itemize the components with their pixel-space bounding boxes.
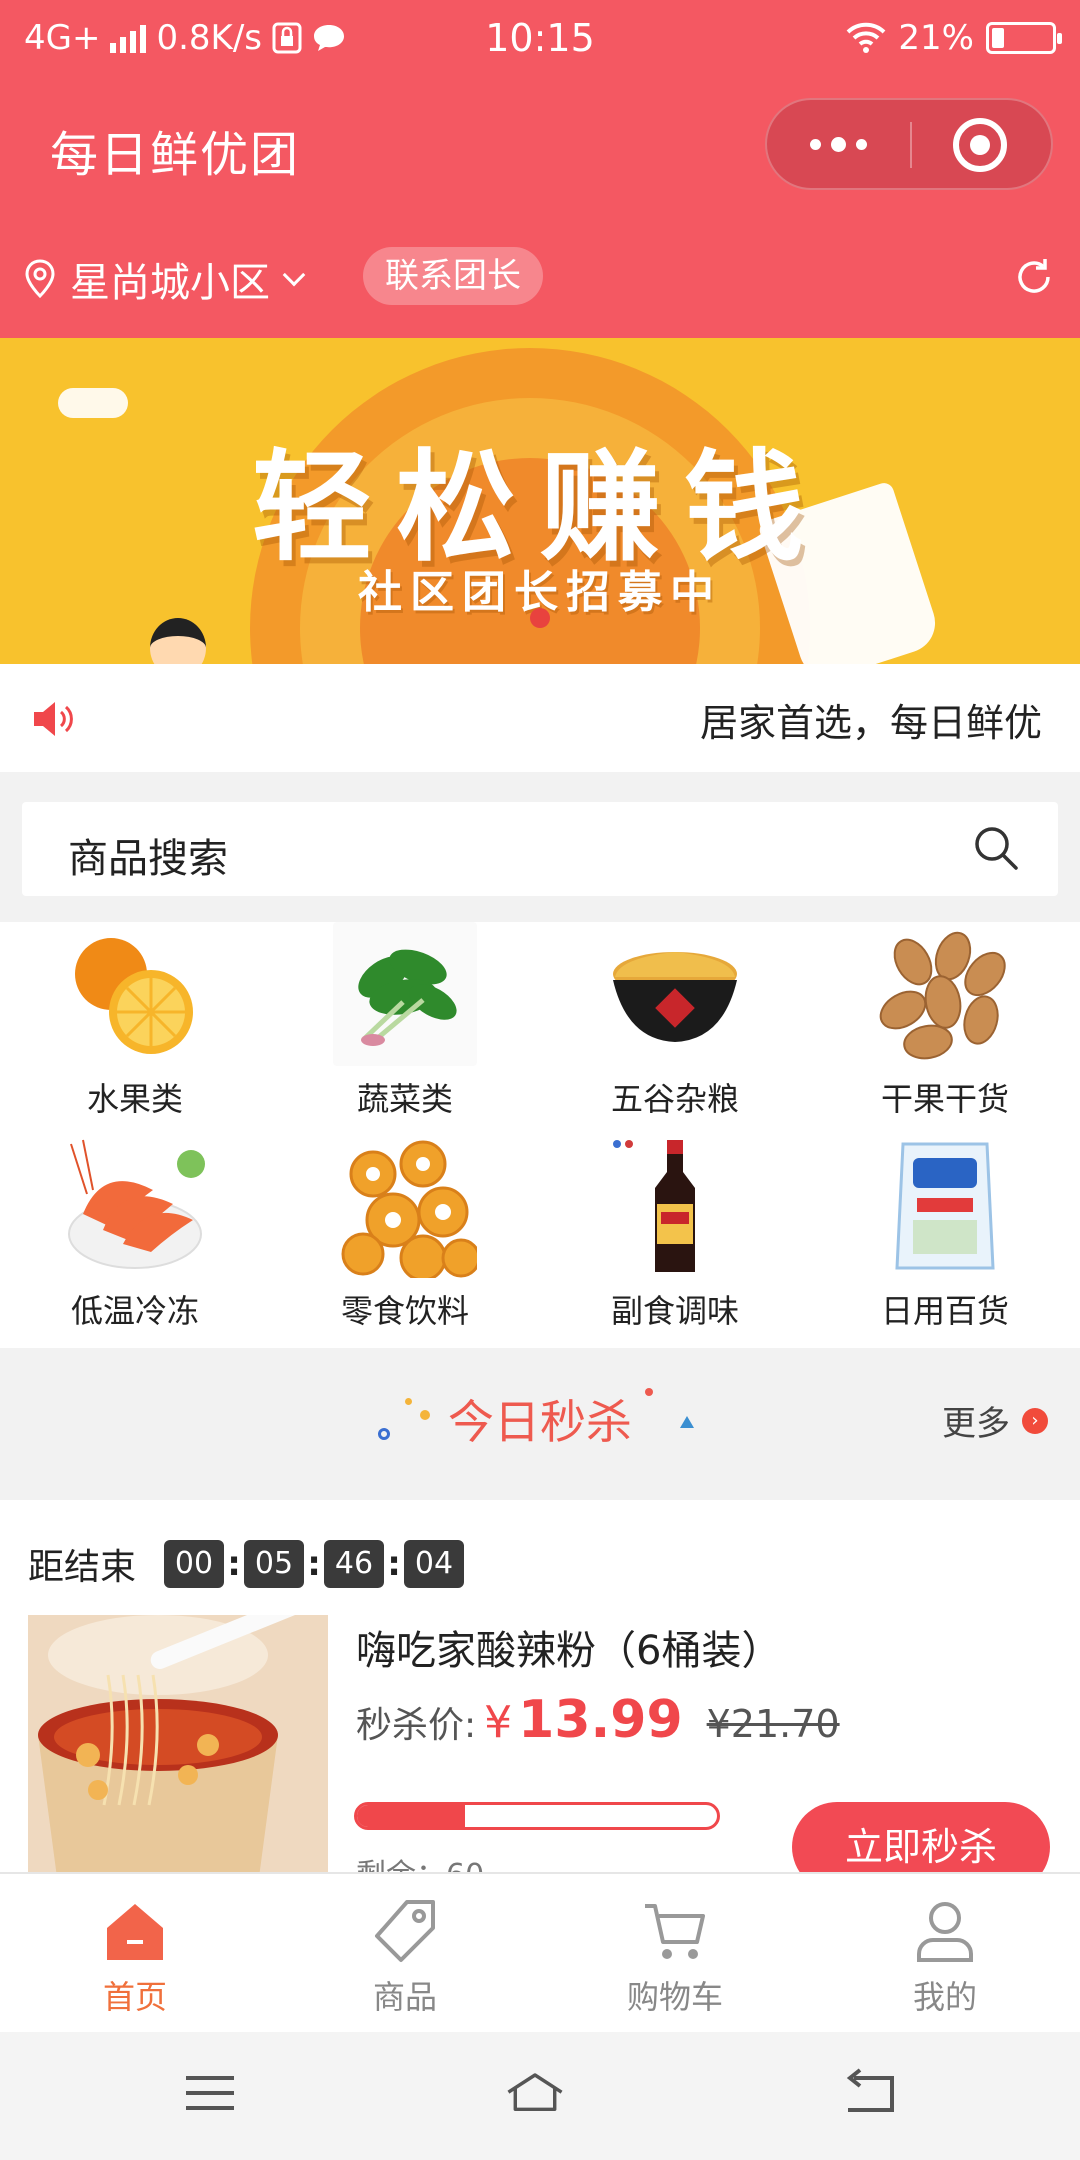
remaining-stock: 剩余：60: [356, 1850, 484, 1872]
tab-label: 首页: [102, 1978, 167, 2016]
grain-bowl-icon: [603, 922, 747, 1066]
location-pin-icon: [25, 259, 55, 299]
search-icon[interactable]: [972, 824, 1020, 872]
notice-text: 居家首选，每日鲜优: [700, 701, 1043, 745]
promo-banner[interactable]: 轻松赚钱 社区团长招募中: [0, 338, 1080, 664]
category-label: 低温冷冻: [70, 1292, 199, 1330]
chevron-down-icon: [282, 263, 306, 287]
original-price: ¥21.70: [706, 1702, 840, 1746]
back-icon[interactable]: [840, 2068, 900, 2118]
category-label: 水果类: [86, 1080, 183, 1118]
countdown-hours: 05: [244, 1540, 305, 1588]
refresh-icon[interactable]: [1012, 255, 1056, 299]
cartoon-face-decoration: [150, 618, 206, 664]
sale-price: 13.99: [518, 1690, 683, 1750]
category-daily-goods[interactable]: 日用百货: [810, 1134, 1080, 1346]
bottom-tab-bar: 首页 商品 购物车 我的: [0, 1872, 1080, 2032]
category-frozen[interactable]: 低温冷冻: [0, 1134, 270, 1346]
price-label: 秒杀价:: [356, 1705, 477, 1746]
cart-icon: [645, 1904, 705, 1959]
orange-icon: [63, 922, 207, 1066]
flash-sale-header: 今日秒杀 更多 ›: [0, 1348, 1080, 1500]
buy-now-button[interactable]: 立即秒杀: [792, 1802, 1050, 1872]
home-nav-icon[interactable]: [505, 2068, 565, 2118]
user-icon: [917, 1902, 973, 1962]
search-input[interactable]: 商品搜索: [22, 802, 1058, 896]
sauce-bottle-icon: [603, 1134, 747, 1278]
category-label: 零食饮料: [340, 1292, 469, 1330]
miniprogram-capsule: [765, 98, 1053, 190]
tab-label: 商品: [372, 1978, 437, 2016]
wifi-icon: [847, 22, 886, 53]
category-fruit[interactable]: 水果类: [0, 922, 270, 1134]
search-placeholder: 商品搜索: [68, 836, 228, 882]
category-grains[interactable]: 五谷杂粮: [540, 922, 810, 1134]
sold-progress-bar: [354, 1802, 720, 1830]
home-icon: [107, 1904, 163, 1960]
status-bar: 4G+ 0.8K/s 10:15 21%: [0, 0, 1080, 76]
category-grid: 水果类 蔬菜类 五谷杂粮 干果干货 低温冷冻 零食饮料 副食调味 日用百货: [0, 922, 1080, 1348]
app-title: 每日鲜优团: [50, 127, 301, 183]
countdown-days: 00: [164, 1540, 225, 1588]
shrimp-icon: [63, 1134, 207, 1278]
category-label: 蔬菜类: [356, 1080, 453, 1118]
snack-icon: [333, 1134, 477, 1278]
price-row: 秒杀价: ¥ 13.99 ¥21.70: [356, 1690, 840, 1750]
tab-products[interactable]: 商品: [270, 1874, 540, 2034]
countdown-seconds: 04: [404, 1540, 465, 1588]
chevron-right-icon: ›: [1022, 1407, 1048, 1434]
product-name[interactable]: 嗨吃家酸辣粉（6桶装）: [356, 1618, 781, 1676]
location-name: 星尚城小区: [70, 260, 270, 306]
countdown-timer: 距结束 00 : 05 : 46 : 04: [28, 1538, 465, 1590]
category-condiments[interactable]: 副食调味: [540, 1134, 810, 1346]
battery-icon: [986, 22, 1062, 54]
countdown-label: 距结束: [28, 1547, 137, 1588]
detergent-icon: [873, 1134, 1017, 1278]
almond-icon: [873, 922, 1017, 1066]
category-label: 副食调味: [610, 1292, 739, 1330]
more-menu-icon[interactable]: [767, 100, 910, 188]
category-label: 干果干货: [880, 1080, 1009, 1118]
menu-icon[interactable]: [180, 2068, 240, 2118]
system-navigation-bar: [0, 2032, 1080, 2160]
category-snacks[interactable]: 零食饮料: [270, 1134, 540, 1346]
category-label: 五谷杂粮: [610, 1080, 739, 1118]
tab-home[interactable]: 首页: [0, 1874, 270, 2034]
banner-pager-dot: [530, 608, 550, 628]
greens-icon: [333, 922, 477, 1066]
product-image[interactable]: [28, 1615, 328, 1872]
more-link[interactable]: 更多 ›: [942, 1396, 1048, 1445]
speaker-icon: [34, 702, 73, 736]
category-vegetable[interactable]: 蔬菜类: [270, 922, 540, 1134]
tag-icon: [375, 1900, 435, 1962]
flash-sale-card: 距结束 00 : 05 : 46 : 04 嗨吃家酸辣粉（6桶装） 秒杀价: ¥…: [0, 1500, 1080, 1872]
progress-fill: [357, 1805, 465, 1827]
location-selector[interactable]: 星尚城小区: [24, 250, 306, 308]
countdown-minutes: 46: [324, 1540, 385, 1588]
category-dried-fruit[interactable]: 干果干货: [810, 922, 1080, 1134]
flash-sale-title: 今日秒杀: [448, 1395, 632, 1449]
battery-percent: 21%: [898, 18, 974, 58]
tab-label: 我的: [912, 1978, 977, 2016]
close-miniprogram-icon[interactable]: [953, 118, 1007, 172]
contact-leader-button[interactable]: 联系团长: [363, 247, 543, 305]
currency-symbol: ¥: [484, 1697, 513, 1748]
notice-bar: 居家首选，每日鲜优: [0, 664, 1080, 772]
category-label: 日用百货: [880, 1292, 1009, 1330]
tab-cart[interactable]: 购物车: [540, 1874, 810, 2034]
tab-label: 购物车: [626, 1978, 723, 2016]
header-bar: 4G+ 0.8K/s 10:15 21% 每日鲜优团 星尚城小区 联系团长: [0, 0, 1080, 338]
tab-profile[interactable]: 我的: [810, 1874, 1080, 2034]
